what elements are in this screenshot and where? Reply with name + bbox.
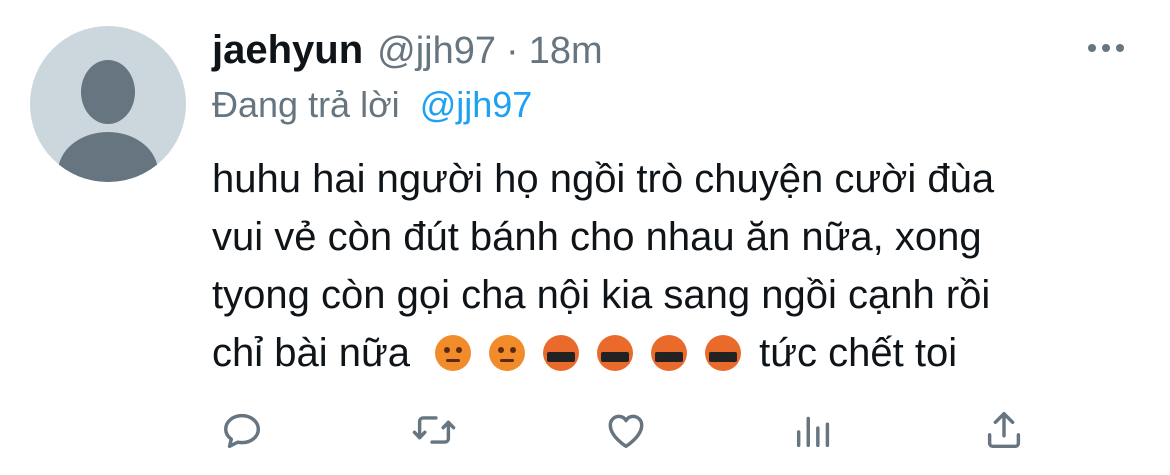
- more-options-icon[interactable]: [1088, 40, 1124, 56]
- face-with-symbols-on-mouth-icon: [597, 335, 634, 371]
- avatar[interactable]: [30, 26, 186, 182]
- reply-icon: [223, 413, 261, 449]
- like-button[interactable]: [596, 400, 656, 460]
- tweet-text-line-last: chỉ bài nữa tức chết toi: [212, 324, 1112, 382]
- reply-button[interactable]: [212, 400, 272, 460]
- more-dot: [1102, 44, 1110, 52]
- avatar-head-shape: [81, 60, 135, 124]
- timestamp[interactable]: 18m: [529, 30, 603, 73]
- face-with-symbols-on-mouth-icon: [705, 335, 742, 371]
- tweet-text: huhu hai người họ ngồi trò chuyện cười đ…: [212, 150, 1112, 382]
- author-handle[interactable]: @jjh97: [377, 30, 496, 73]
- tweet-header: jaehyun @jjh97 · 18m: [212, 28, 603, 78]
- pouting-face-icon: [435, 335, 472, 371]
- face-with-symbols-on-mouth-icon: [543, 335, 580, 371]
- tweet-text-line: vui vẻ còn đút bánh cho nhau ăn nữa, xon…: [212, 215, 982, 259]
- tweet-text-segment: tức chết toi: [759, 331, 958, 375]
- replying-prefix: Đang trả lời: [212, 84, 400, 125]
- share-button[interactable]: [974, 400, 1034, 460]
- separator-dot: ·: [506, 30, 519, 72]
- more-dot: [1116, 44, 1124, 52]
- tweet-text-line: tyong còn gọi cha nội kia sang ngồi cạnh…: [212, 273, 991, 317]
- replying-mention-link[interactable]: @jjh97: [420, 84, 533, 125]
- author-name[interactable]: jaehyun: [212, 28, 363, 73]
- analytics-button[interactable]: [784, 400, 844, 460]
- avatar-body-shape: [58, 132, 158, 182]
- replying-to: Đang trả lời @jjh97: [212, 84, 532, 126]
- face-with-symbols-on-mouth-icon: [651, 335, 688, 371]
- heart-icon: [608, 414, 644, 449]
- tweet-actions: [212, 400, 1042, 460]
- more-dot: [1088, 44, 1096, 52]
- tweet: jaehyun @jjh97 · 18m Đang trả lời @jjh97…: [0, 0, 1170, 475]
- retweet-button[interactable]: [404, 400, 464, 460]
- retweet-icon: [412, 416, 456, 444]
- tweet-text-line: huhu hai người họ ngồi trò chuyện cười đ…: [212, 157, 995, 201]
- pouting-face-icon: [489, 335, 526, 371]
- analytics-icon: [796, 416, 830, 448]
- tweet-text-segment: chỉ bài nữa: [212, 331, 411, 375]
- share-icon: [987, 411, 1021, 449]
